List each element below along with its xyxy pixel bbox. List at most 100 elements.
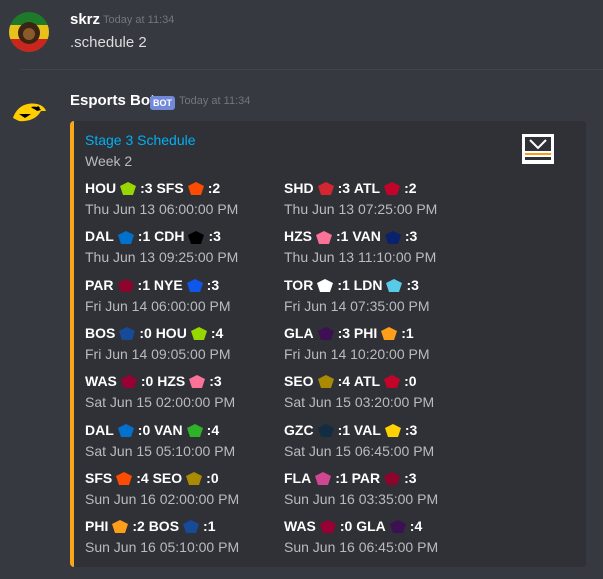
rasta-lion-avatar-icon[interactable] bbox=[9, 12, 49, 52]
username[interactable]: skrz bbox=[70, 11, 100, 28]
match-time: Fri Jun 14 09:05:00 PM bbox=[85, 345, 231, 362]
team2-score: :0 bbox=[206, 469, 219, 486]
team1-code: GLA bbox=[284, 324, 314, 341]
team1-score: :0 bbox=[140, 373, 158, 390]
team2-score: :4 bbox=[206, 421, 220, 438]
match-time: Thu Jun 13 09:25:00 PM bbox=[85, 249, 239, 266]
timestamp: Today at 11:34 bbox=[179, 95, 251, 107]
team1-code: HOU bbox=[85, 180, 117, 196]
team2-logo-icon bbox=[382, 471, 402, 487]
team1-score: :1 bbox=[137, 228, 155, 245]
team1-logo-icon bbox=[313, 471, 333, 487]
team1-code: FLA bbox=[284, 469, 312, 486]
match-time: Sat Jun 15 02:00:00 PM bbox=[85, 394, 236, 411]
match-result: SHD:3 ATL:2 bbox=[284, 178, 417, 198]
team1-score: :1 bbox=[335, 469, 352, 486]
match-time: Sat Jun 15 06:45:00 PM bbox=[284, 442, 435, 459]
team2-score: :3 bbox=[208, 228, 221, 245]
team1-logo-icon bbox=[315, 278, 335, 294]
match-time: Fri Jun 14 06:00:00 PM bbox=[85, 297, 231, 314]
match-result: SFS:4 SEO:0 bbox=[85, 468, 219, 488]
team2-code: VAN bbox=[154, 421, 183, 438]
team2-logo-icon bbox=[181, 519, 201, 535]
team1-score: :0 bbox=[139, 324, 156, 341]
team1-code: TOR bbox=[284, 276, 314, 293]
team1-score: :1 bbox=[337, 276, 354, 293]
team1-score: :3 bbox=[337, 180, 354, 196]
team2-code: LDN bbox=[353, 276, 383, 293]
team2-logo-icon bbox=[185, 278, 205, 294]
team2-logo-icon bbox=[379, 326, 399, 342]
team1-score: :2 bbox=[132, 518, 149, 535]
team1-score: :3 bbox=[140, 180, 157, 196]
team2-score: :4 bbox=[210, 324, 224, 341]
match-result: SEO:4 ATL:0 bbox=[284, 371, 417, 391]
match-time: Sun Jun 16 05:10:00 PM bbox=[85, 539, 240, 556]
team2-score: :0 bbox=[404, 373, 417, 390]
username[interactable]: Esports Bot bbox=[70, 92, 155, 109]
match-result: HOU :3 SFS :2 bbox=[85, 178, 220, 198]
match-result: DAL :0 VAN :4 bbox=[85, 420, 219, 440]
match-time: Sun Jun 16 03:35:00 PM bbox=[284, 490, 439, 507]
team2-score: :4 bbox=[409, 518, 423, 535]
team2-code: SFS bbox=[156, 180, 184, 196]
match-result: PAR:1 NYE:3 bbox=[85, 275, 219, 295]
team2-logo-icon bbox=[185, 423, 205, 439]
team1-logo-icon bbox=[316, 423, 336, 439]
message-divider bbox=[20, 69, 603, 70]
team2-logo-icon bbox=[187, 374, 207, 390]
team2-score: :3 bbox=[206, 276, 220, 293]
team2-score: :2 bbox=[404, 180, 417, 196]
team1-logo-icon bbox=[117, 326, 137, 342]
team2-logo-icon bbox=[384, 278, 404, 294]
team1-logo-icon bbox=[116, 278, 136, 294]
team2-score: :3 bbox=[406, 276, 419, 293]
team2-code: VAL bbox=[353, 421, 381, 438]
team1-code: PAR bbox=[85, 276, 114, 293]
team1-code: HZS bbox=[284, 228, 312, 245]
team1-code: PHI bbox=[85, 518, 109, 535]
team1-logo-icon bbox=[316, 326, 336, 342]
team1-logo-icon bbox=[119, 374, 139, 390]
team1-score: :0 bbox=[137, 421, 155, 438]
hawkeye-avatar-icon[interactable] bbox=[9, 92, 49, 132]
team1-code: WAS bbox=[85, 373, 117, 390]
overwatch-league-logo-icon[interactable] bbox=[522, 134, 554, 164]
team2-code: CDH bbox=[154, 228, 185, 245]
team1-logo-icon bbox=[316, 374, 336, 390]
team1-score: :1 bbox=[337, 421, 354, 438]
team2-logo-icon bbox=[383, 423, 403, 439]
team1-code: DAL bbox=[85, 421, 114, 438]
message-content: .schedule 2 bbox=[70, 34, 147, 51]
team1-score: :1 bbox=[336, 228, 353, 245]
team2-code: ATL bbox=[353, 373, 381, 390]
match-time: Fri Jun 14 10:20:00 PM bbox=[284, 345, 430, 362]
team2-code: ATL bbox=[353, 180, 381, 196]
match-result: WAS:0 GLA:4 bbox=[284, 516, 422, 536]
match-result: BOS:0 HOU:4 bbox=[85, 323, 223, 343]
team1-logo-icon bbox=[116, 230, 136, 246]
team1-code: WAS bbox=[284, 518, 316, 535]
match-result: GLA:3 PHI:1 bbox=[284, 323, 414, 343]
team1-logo-icon bbox=[118, 181, 138, 197]
team2-logo-icon bbox=[186, 181, 206, 197]
team2-score: :1 bbox=[401, 324, 414, 341]
team2-score: :2 bbox=[207, 180, 221, 196]
team2-code: GLA bbox=[356, 518, 386, 535]
team2-logo-icon bbox=[382, 181, 402, 197]
team2-logo-icon bbox=[184, 471, 204, 487]
team1-code: GZC bbox=[284, 421, 314, 438]
embed-title[interactable]: Stage 3 Schedule bbox=[85, 132, 196, 148]
team2-code: SEO bbox=[152, 469, 183, 486]
team1-logo-icon bbox=[316, 181, 336, 197]
match-time: Thu Jun 13 06:00:00 PM bbox=[85, 201, 239, 217]
match-result: HZS:1 VAN:3 bbox=[284, 226, 417, 246]
team1-code: SEO bbox=[284, 373, 314, 390]
team1-score: :1 bbox=[137, 276, 154, 293]
team1-logo-icon bbox=[114, 471, 134, 487]
team2-code: PHI bbox=[353, 324, 378, 341]
match-result: GZC :1 VAL :3 bbox=[284, 420, 417, 440]
match-result: PHI:2 BOS:1 bbox=[85, 516, 215, 536]
team2-score: :3 bbox=[404, 421, 418, 438]
team2-logo-icon bbox=[189, 326, 209, 342]
